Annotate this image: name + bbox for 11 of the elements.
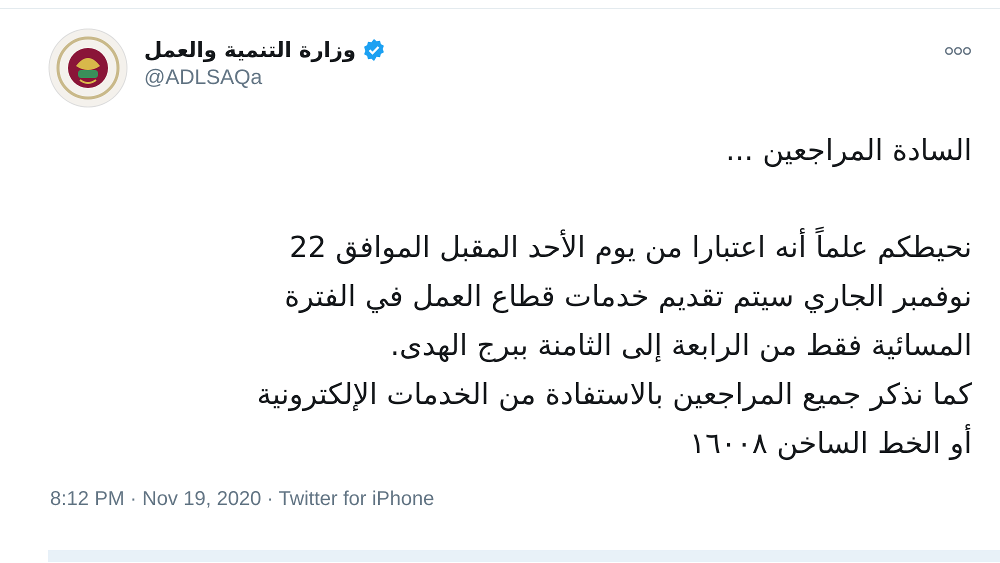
account-handle[interactable]: @ADLSAQa xyxy=(144,66,928,90)
tweet-timestamp[interactable]: 8:12 PM · Nov 19, 2020 · Twitter for iPhone xyxy=(0,468,1000,511)
tweet-text-line: نوفمبر الجاري سيتم تقديم خدمات قطاع العمل في الفترة xyxy=(283,278,972,316)
tweet-text-line: المسائية فقط من الرابعة إلى الثامنة ببرج الهدى. xyxy=(389,327,972,364)
tweet-text-line: نحيطكم علماً أنه اعتبارا من يوم الأحد المقبل الموافق 22 xyxy=(40,223,972,272)
more-options-icon[interactable] xyxy=(944,46,972,56)
tweet-text-line: أو الخط الساخن ١٦٠٠٨ xyxy=(688,423,972,462)
emblem-avatar-icon[interactable] xyxy=(48,28,128,108)
tweet-text-line: كما نذكر جميع المراجعين بالاستفادة من الخدمات الإلكترونية xyxy=(256,376,972,414)
account-name[interactable]: وزارة التنمية والعمل xyxy=(144,38,356,62)
tweet-text-line: السادة المراجعين ... xyxy=(724,132,972,170)
